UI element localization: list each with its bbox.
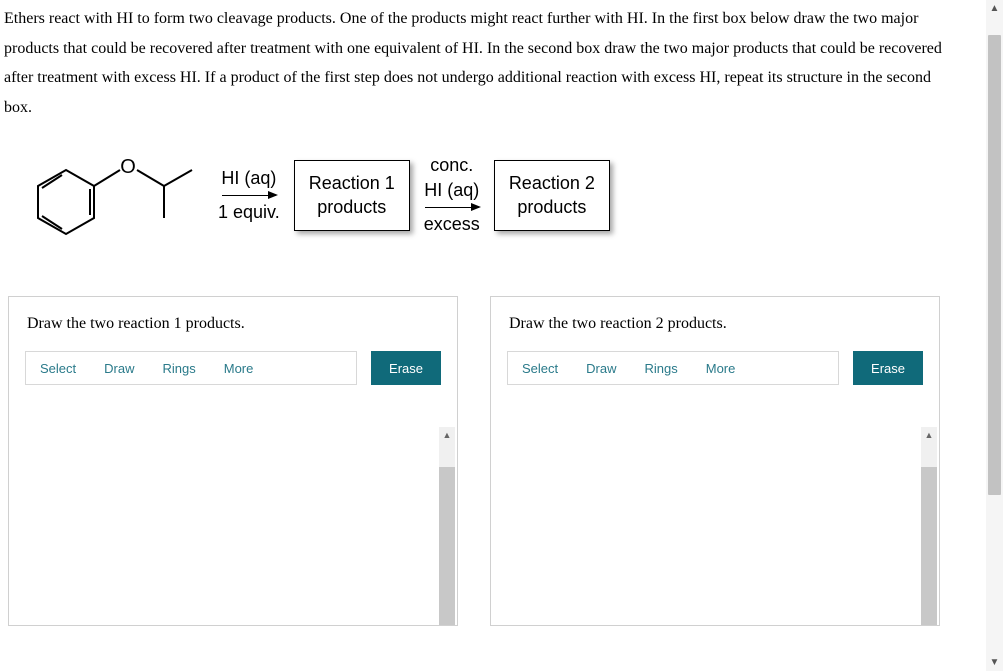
reaction2-products-box: Reaction 2 products	[494, 160, 610, 231]
select-button[interactable]: Select	[508, 352, 572, 384]
starting-material-structure: O	[24, 140, 204, 250]
scroll-track[interactable]	[439, 443, 455, 625]
draw-area-1[interactable]: Draw the two reaction 1 products. Select…	[8, 296, 458, 626]
reagent-1: HI (aq) 1 equiv.	[218, 166, 280, 225]
reagent2-mid: HI (aq)	[424, 178, 479, 203]
scroll-up-icon[interactable]: ▲	[986, 0, 1003, 17]
arrow-2	[425, 207, 479, 208]
draw1-title: Draw the two reaction 1 products.	[9, 297, 457, 345]
scroll-thumb[interactable]	[921, 443, 937, 467]
draw2-toolbar: Select Draw Rings More Erase	[507, 351, 923, 385]
draw-area-2[interactable]: Draw the two reaction 2 products. Select…	[490, 296, 940, 626]
box1-line2: products	[309, 195, 395, 219]
erase-button[interactable]: Erase	[371, 351, 441, 385]
draw2-title: Draw the two reaction 2 products.	[491, 297, 939, 345]
arrow-1	[222, 195, 276, 196]
draw1-scrollbar[interactable]: ▲	[439, 427, 455, 625]
scroll-track[interactable]	[986, 17, 1003, 654]
draw-button[interactable]: Draw	[90, 352, 148, 384]
scroll-up-icon[interactable]: ▲	[439, 427, 455, 443]
more-button[interactable]: More	[692, 352, 750, 384]
draw-button[interactable]: Draw	[572, 352, 630, 384]
box1-line1: Reaction 1	[309, 171, 395, 195]
rings-button[interactable]: Rings	[148, 352, 209, 384]
reagent1-top: HI (aq)	[221, 166, 276, 191]
scroll-thumb[interactable]	[439, 443, 455, 467]
reagent2-bottom: excess	[424, 212, 480, 237]
reagent-2: conc. HI (aq) excess	[424, 153, 480, 238]
scroll-track[interactable]	[921, 443, 937, 625]
reagent1-bottom: 1 equiv.	[218, 200, 280, 225]
erase-button[interactable]: Erase	[853, 351, 923, 385]
reagent2-top: conc.	[430, 153, 473, 178]
question-text: Ethers react with HI to form two cleavag…	[4, 4, 961, 122]
scroll-up-icon[interactable]: ▲	[921, 427, 937, 443]
select-button[interactable]: Select	[26, 352, 90, 384]
more-button[interactable]: More	[210, 352, 268, 384]
page-scrollbar[interactable]: ▲ ▼	[986, 0, 1003, 671]
reaction-scheme: O HI (aq) 1 equiv. Reaction 1 products c…	[24, 140, 961, 250]
box2-line1: Reaction 2	[509, 171, 595, 195]
scroll-down-icon[interactable]: ▼	[986, 654, 1003, 671]
box2-line2: products	[509, 195, 595, 219]
reaction1-products-box: Reaction 1 products	[294, 160, 410, 231]
svg-text:O: O	[120, 156, 136, 178]
draw2-scrollbar[interactable]: ▲	[921, 427, 937, 625]
rings-button[interactable]: Rings	[630, 352, 691, 384]
draw1-toolbar: Select Draw Rings More Erase	[25, 351, 441, 385]
scroll-thumb[interactable]	[988, 35, 1001, 495]
